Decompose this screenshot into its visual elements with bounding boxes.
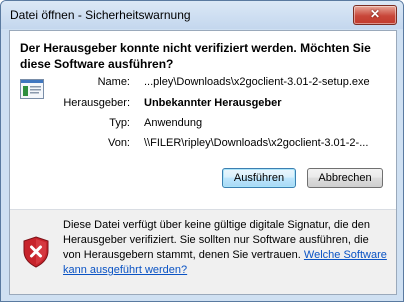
warning-message: Diese Datei verfügt über keine gültige d… <box>63 218 388 278</box>
title-bar[interactable]: Datei öffnen - Sicherheitswarnung ✕ <box>1 1 403 29</box>
security-warning-dialog: Datei öffnen - Sicherheitswarnung ✕ Der … <box>0 0 404 302</box>
name-label: Name: <box>97 76 130 88</box>
window-title: Datei öffnen - Sicherheitswarnung <box>10 8 191 22</box>
security-shield-warning-icon <box>23 236 49 268</box>
warning-panel: Diese Datei verfügt über keine gültige d… <box>10 210 396 294</box>
publisher-label: Herausgeber: <box>63 97 130 109</box>
type-label: Typ: <box>109 117 130 129</box>
publisher-value: Unbekannter Herausgeber <box>144 97 282 109</box>
type-value: Anwendung <box>144 117 203 129</box>
close-icon: ✕ <box>369 7 381 21</box>
from-label: Von: <box>107 137 130 149</box>
run-button[interactable]: Ausführen <box>222 168 296 188</box>
dialog-content: Der Herausgeber konnte nicht verifiziert… <box>9 30 397 295</box>
dialog-heading: Der Herausgeber konnte nicht verifiziert… <box>20 41 371 71</box>
file-name-value: ...pley\Downloads\x2goclient-3.01-2-setu… <box>144 76 370 88</box>
cancel-button[interactable]: Abbrechen <box>307 168 383 188</box>
from-value: \\FILER\ripley\Downloads\x2goclient-3.01… <box>144 137 369 149</box>
close-button[interactable]: ✕ <box>353 5 397 25</box>
